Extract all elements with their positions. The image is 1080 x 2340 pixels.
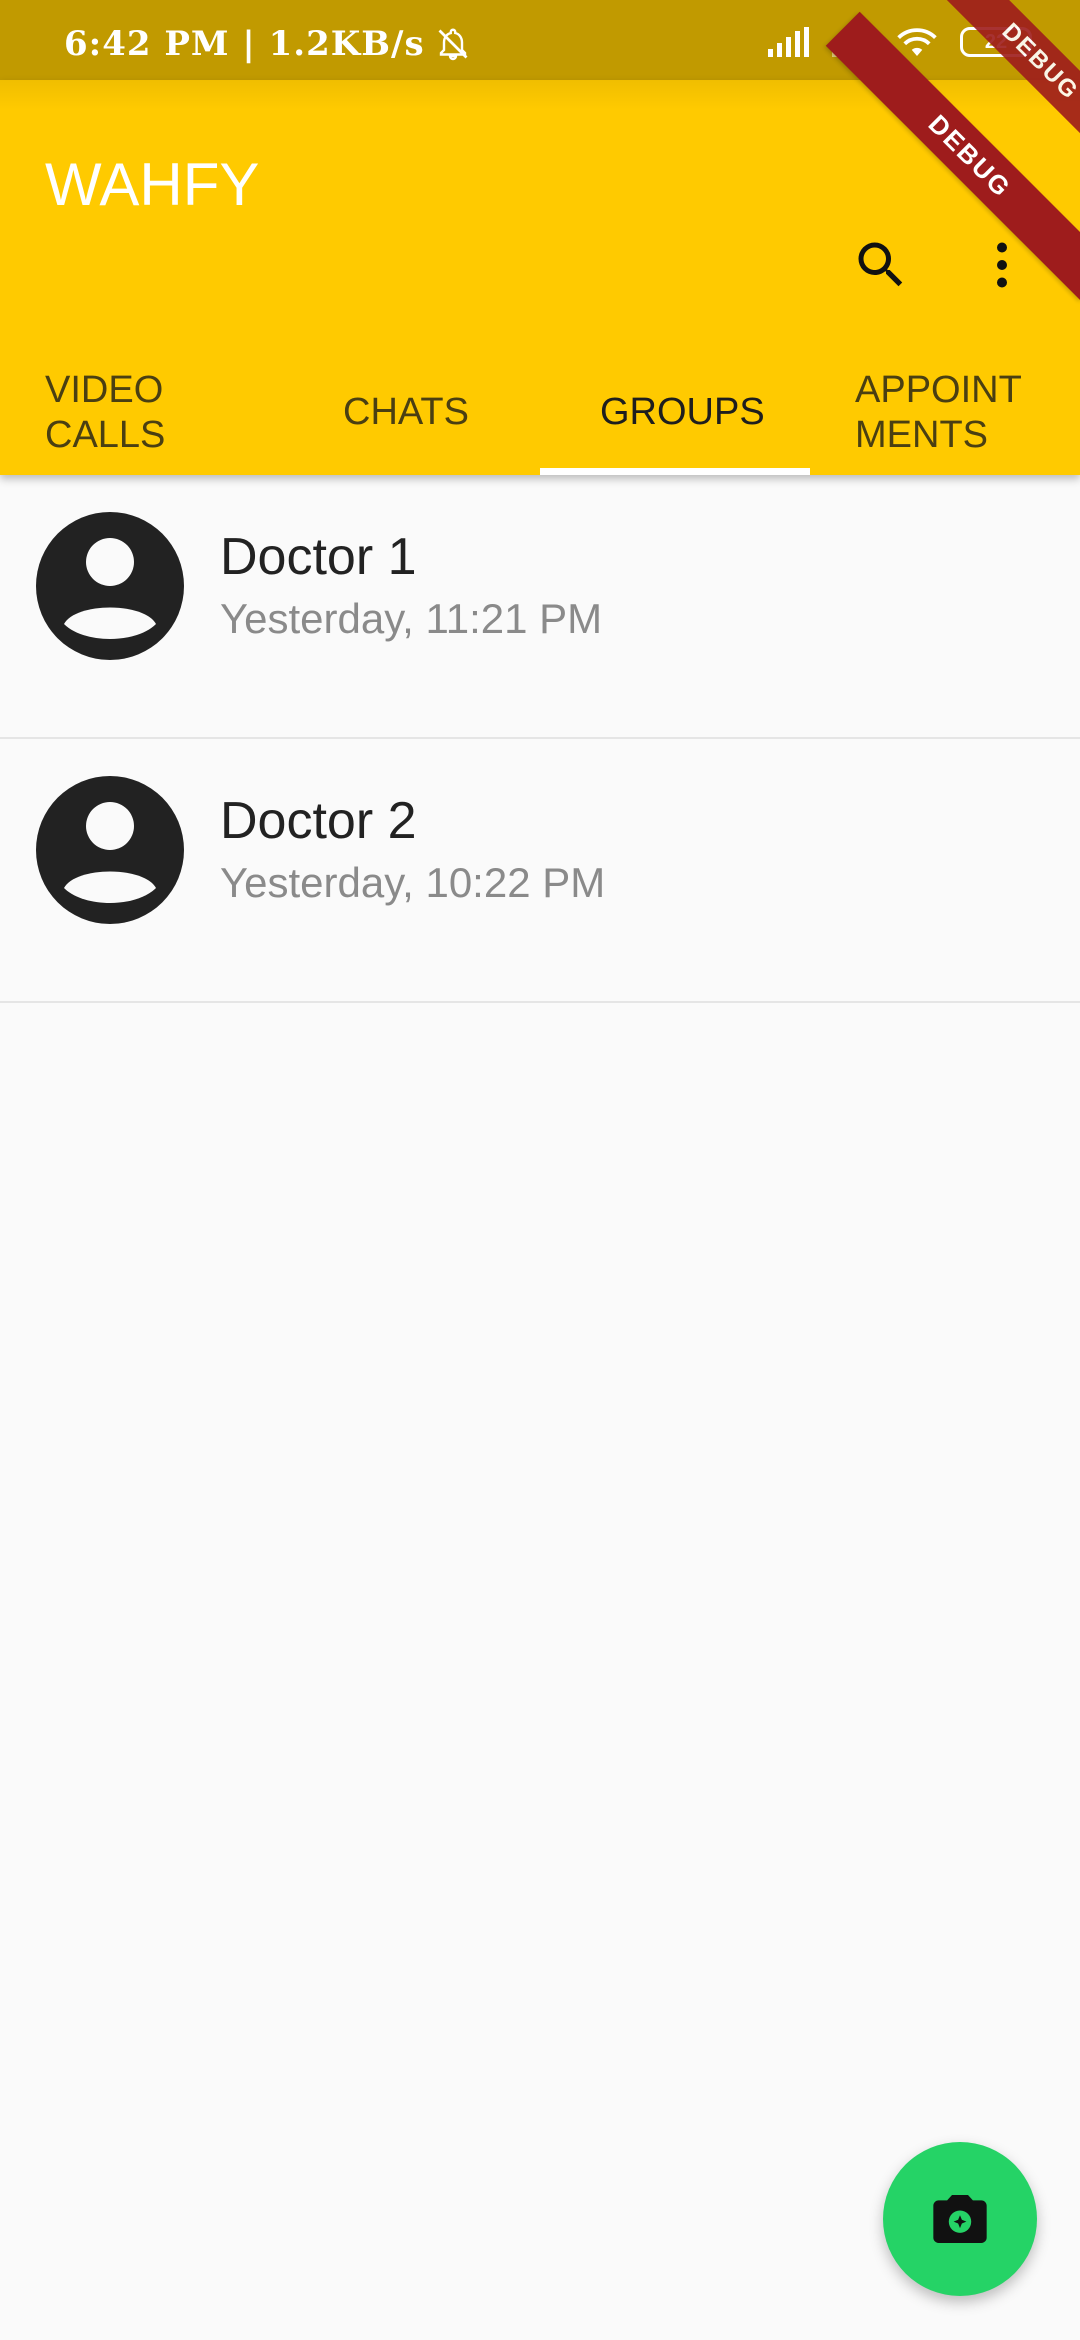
status-time-speed: 6:42 PM | 1.2KB/s	[64, 24, 471, 64]
groups-list: Doctor 1 Yesterday, 11:21 PM Doctor 2 Ye…	[0, 475, 1080, 1003]
app-title: WAHFY	[45, 151, 260, 218]
tab-indicator	[540, 468, 810, 475]
list-item[interactable]: Doctor 1 Yesterday, 11:21 PM	[0, 475, 1080, 739]
more-vert-icon	[997, 242, 1007, 288]
tab-chats[interactable]: CHATS	[343, 350, 543, 475]
group-name: Doctor 1	[220, 528, 417, 586]
avatar-icon	[36, 512, 184, 660]
list-item[interactable]: Doctor 2 Yesterday, 10:22 PM	[0, 739, 1080, 1003]
status-time-speed-text: 6:42 PM | 1.2KB/s	[64, 24, 425, 64]
tab-appointments[interactable]: APPOINT MENTS	[855, 350, 1075, 475]
bell-off-icon	[438, 28, 468, 61]
camera-fab-button[interactable]	[883, 2142, 1037, 2296]
wifi-icon	[897, 28, 937, 56]
group-time: Yesterday, 10:22 PM	[220, 859, 606, 906]
signal-icon	[768, 27, 809, 57]
search-icon	[858, 242, 903, 287]
avatar-icon	[36, 776, 184, 924]
tab-groups[interactable]: GROUPS	[600, 350, 820, 475]
tab-bar: VIDEO CALLS CHATS GROUPS APPOINT MENTS	[0, 350, 1080, 475]
tab-video-calls[interactable]: VIDEO CALLS	[45, 350, 265, 475]
group-time: Yesterday, 11:21 PM	[220, 595, 603, 642]
search-button[interactable]	[841, 225, 921, 305]
status-bar: 6:42 PM | 1.2KB/s 22	[0, 0, 1080, 80]
group-name: Doctor 2	[220, 792, 417, 850]
camera-icon	[933, 2195, 987, 2243]
